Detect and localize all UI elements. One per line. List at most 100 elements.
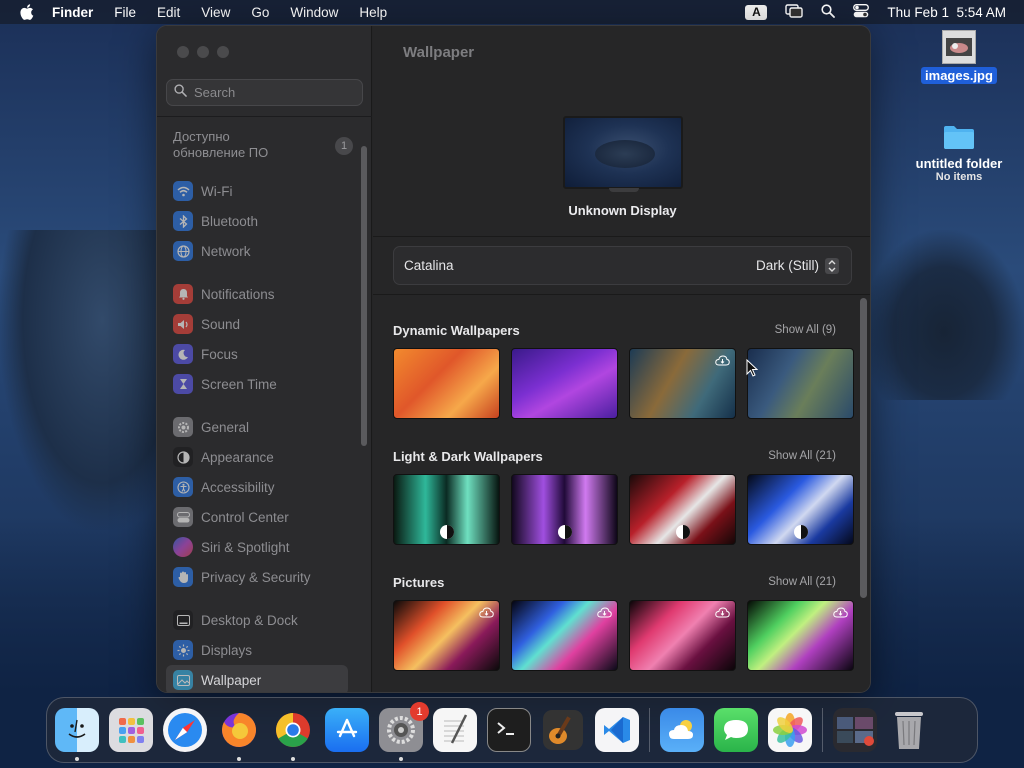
desktop-scenery-left [0, 230, 170, 530]
wallpaper-icon [173, 670, 193, 690]
sidebar-item-label: Displays [201, 642, 253, 658]
menu-window[interactable]: Window [290, 5, 338, 20]
sidebar-item-privacy-security[interactable]: Privacy & Security [166, 562, 348, 592]
menu-app-name[interactable]: Finder [52, 5, 93, 20]
sidebar-item-desktop-dock[interactable]: Desktop & Dock [166, 605, 348, 635]
dock-photos[interactable] [768, 708, 812, 752]
menu-file[interactable]: File [114, 5, 136, 20]
wallpaper-thumb-green-swirl[interactable] [747, 600, 854, 671]
zoom-button[interactable] [217, 46, 229, 58]
dock: 1 [46, 697, 978, 763]
apple-menu-icon[interactable] [20, 4, 34, 20]
compass-icon [168, 713, 202, 747]
sidebar-item-wifi[interactable]: Wi-Fi [166, 176, 348, 206]
menu-go[interactable]: Go [251, 5, 269, 20]
sidebar-item-network[interactable]: Network [166, 236, 348, 266]
sidebar-item-label: Desktop & Dock [201, 612, 298, 628]
dock-firefox[interactable] [217, 708, 261, 761]
dock-screenshot-stack[interactable] [833, 708, 877, 752]
sidebar-item-wallpaper[interactable]: Wallpaper [166, 665, 348, 692]
dock-vscode[interactable] [595, 708, 639, 752]
light-dark-mode-icon [794, 525, 808, 539]
wallpaper-thumb-blue-curve[interactable] [747, 474, 854, 545]
dock-launchpad[interactable] [109, 708, 153, 752]
appearance-mode-value: Dark (Still) [756, 258, 819, 273]
dock-separator [649, 708, 650, 752]
sidebar-item-sound[interactable]: Sound [166, 309, 348, 339]
sidebar-item-focus[interactable]: Focus [166, 339, 348, 369]
speaker-icon [173, 314, 193, 334]
wallpaper-thumb-purple-glass[interactable] [511, 474, 618, 545]
wallpaper-thumb-blue-swirl[interactable] [511, 600, 618, 671]
trash-icon [895, 712, 923, 749]
control-center-icon[interactable] [853, 3, 870, 21]
light-dark-mode-icon [676, 525, 690, 539]
dock-garageband[interactable] [541, 708, 585, 752]
dock-terminal[interactable] [487, 708, 531, 752]
close-button[interactable] [177, 46, 189, 58]
sidebar-item-general[interactable]: General [166, 412, 348, 442]
show-all-dynamic-button[interactable]: Show All (9) [775, 324, 836, 336]
sidebar-item-displays[interactable]: Displays [166, 635, 348, 665]
show-all-light-dark-button[interactable]: Show All (21) [768, 450, 836, 462]
sidebar-search[interactable] [166, 79, 363, 106]
wallpaper-thumb-orange-swirl[interactable] [393, 600, 500, 671]
wallpaper-pane: Wallpaper Unknown Display Catalina Dark … [373, 26, 870, 692]
dock-app-store[interactable] [325, 708, 369, 752]
wallpaper-scrollbar[interactable] [860, 298, 867, 598]
sidebar-item-accessibility[interactable]: Accessibility [166, 472, 348, 502]
wallpaper-thumb-red-curve[interactable] [629, 474, 736, 545]
system-settings-window: Доступно обновление ПО 1 Wi-Fi Bluetooth [156, 25, 871, 693]
menubar-clock[interactable]: Thu Feb 1 5:54 AM [887, 5, 1006, 20]
cloud-download-icon [479, 605, 494, 623]
menu-view[interactable]: View [201, 5, 230, 20]
input-source-indicator[interactable]: A [745, 4, 768, 20]
dock-chrome[interactable] [271, 708, 315, 761]
software-update-item[interactable]: Доступно обновление ПО 1 [173, 129, 353, 161]
launchpad-icon [119, 718, 144, 743]
dock-textedit[interactable] [433, 708, 477, 752]
wallpaper-thumb-green-glass[interactable] [393, 474, 500, 545]
menu-help[interactable]: Help [359, 5, 387, 20]
sidebar-item-label: Sound [201, 316, 241, 332]
minimize-button[interactable] [197, 46, 209, 58]
finder-icon [68, 719, 86, 738]
sidebar-item-control-center[interactable]: Control Center [166, 502, 348, 532]
desktop-folder-untitled[interactable]: untitled folder No items [905, 124, 1013, 183]
wallpaper-thumb-monterey-purple[interactable] [511, 348, 618, 419]
dock-finder[interactable] [55, 708, 99, 761]
wallpaper-thumb-catalina-island[interactable] [747, 348, 854, 419]
desktop-dock-icon [173, 610, 193, 630]
sidebar-item-siri-spotlight[interactable]: Siri & Spotlight [166, 532, 348, 562]
wallpaper-selector[interactable]: Catalina Dark (Still) [393, 246, 852, 285]
search-input[interactable] [194, 85, 354, 100]
menu-edit[interactable]: Edit [157, 5, 180, 20]
dock-messages[interactable] [714, 708, 758, 752]
display-preview [563, 116, 683, 189]
guitar-icon [543, 710, 583, 750]
sidebar-item-screen-time[interactable]: Screen Time [166, 369, 348, 399]
wallpaper-thumb-catalina-coast[interactable] [629, 348, 736, 419]
sidebar-scrollbar[interactable] [361, 146, 367, 446]
dock-trash[interactable] [887, 708, 931, 752]
chevron-updown-icon [825, 257, 839, 274]
dock-system-settings[interactable]: 1 [379, 702, 429, 761]
sidebar-list: Wi-Fi Bluetooth Network Notifications So… [166, 176, 348, 692]
dock-safari[interactable] [163, 708, 207, 752]
settings-sidebar: Доступно обновление ПО 1 Wi-Fi Bluetooth [157, 26, 372, 692]
app-store-icon [336, 718, 358, 738]
sidebar-item-bluetooth[interactable]: Bluetooth [166, 206, 348, 236]
wallpaper-thumb-pink-swirl[interactable] [629, 600, 736, 671]
desktop-folder-sublabel: No items [935, 171, 983, 183]
desktop-file-images[interactable]: images.jpg [918, 30, 1000, 84]
appearance-mode-popup[interactable]: Dark (Still) [756, 257, 839, 274]
sidebar-item-notifications[interactable]: Notifications [166, 279, 348, 309]
screen-mirroring-icon[interactable] [785, 3, 804, 21]
wallpaper-thumb-ventura-orange[interactable] [393, 348, 500, 419]
sidebar-item-appearance[interactable]: Appearance [166, 442, 348, 472]
spotlight-search-icon[interactable] [821, 3, 836, 21]
show-all-pictures-button[interactable]: Show All (21) [768, 576, 836, 588]
menu-bar: Finder File Edit View Go Window Help A T… [0, 0, 1024, 24]
dock-weather[interactable] [660, 708, 704, 752]
cloud-download-icon [833, 605, 848, 623]
